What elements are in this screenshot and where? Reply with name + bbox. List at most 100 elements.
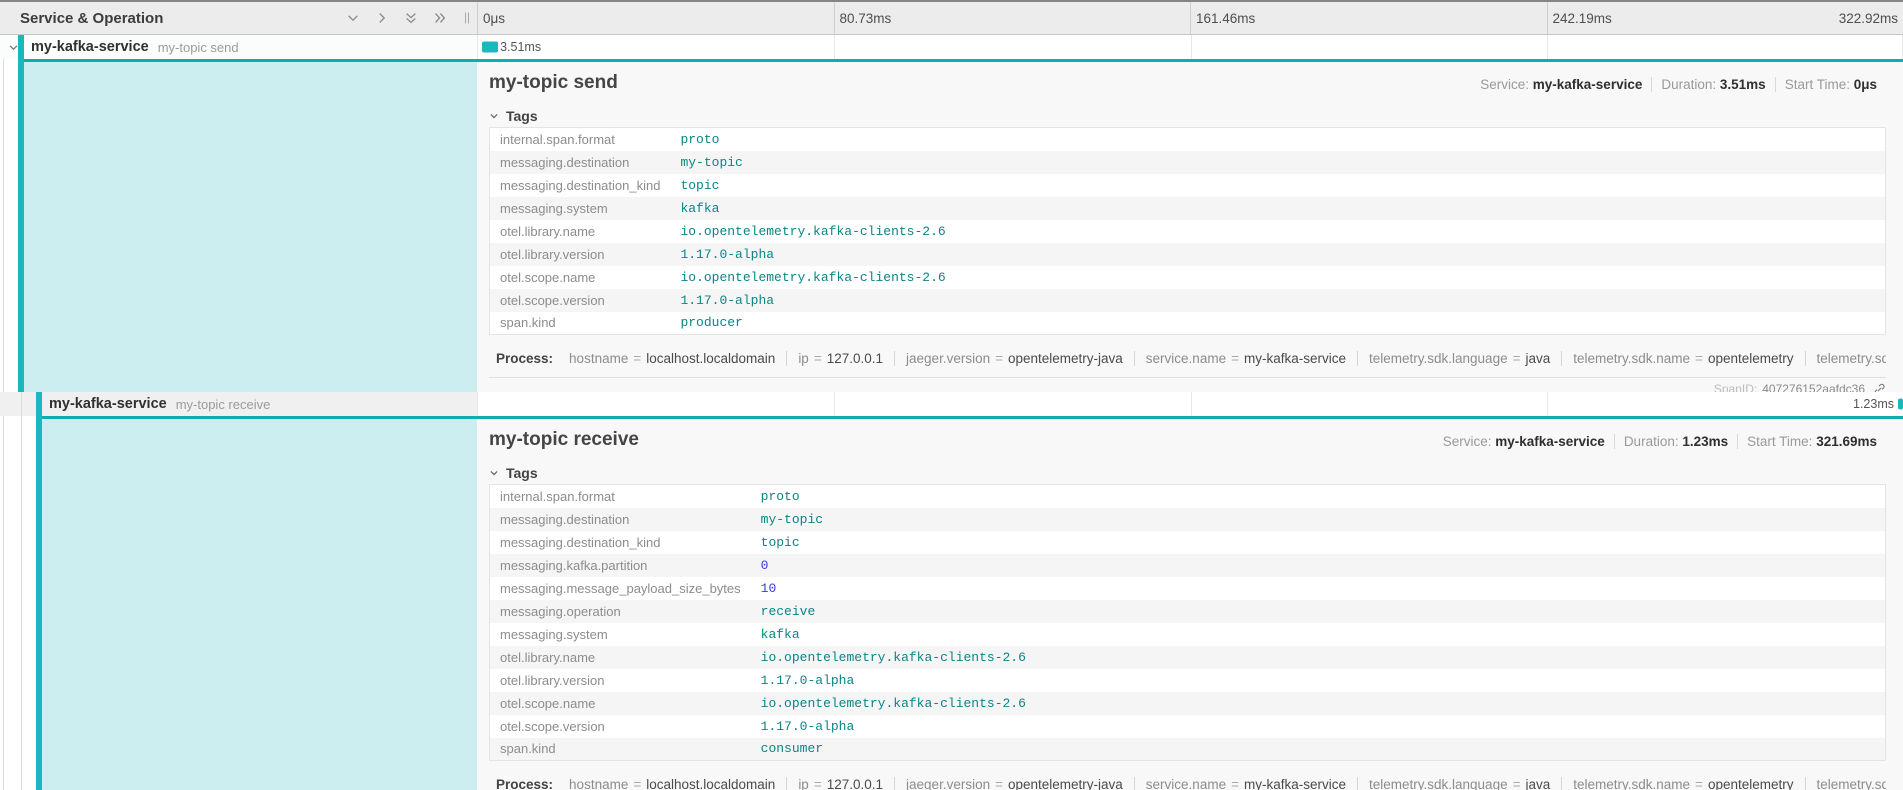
expand-one-icon[interactable] — [375, 11, 389, 25]
span-duration-bar[interactable] — [482, 42, 498, 53]
operation-name: my-topic receive — [176, 397, 271, 412]
copy-link-icon[interactable] — [1873, 383, 1886, 393]
tag-row: messaging.destination_kind topic — [490, 531, 1886, 554]
tag-value: kafka — [761, 627, 800, 642]
tag-row: otel.library.name io.opentelemetry.kafka… — [490, 220, 1886, 243]
tick-cell: 80.73ms — [834, 2, 1191, 34]
tag-value: 0 — [761, 558, 769, 573]
process-tag: telemetry.sdk.name=opentelemetry — [1561, 351, 1804, 366]
collapse-one-icon[interactable] — [346, 11, 360, 25]
tag-row: messaging.kafka.partition 0 — [490, 554, 1886, 577]
tag-row: span.kind producer — [490, 312, 1886, 335]
process-tag: ip=127.0.0.1 — [786, 351, 894, 366]
chevron-down-icon — [489, 111, 499, 121]
tag-key: messaging.system — [490, 623, 751, 646]
process-tag: service.name=my-kafka-service — [1134, 351, 1357, 366]
span-row-receive[interactable]: my-kafka-service my-topic receive 1.23ms — [0, 392, 1903, 416]
tag-value: 10 — [761, 581, 777, 596]
tag-row: messaging.destination my-topic — [490, 508, 1886, 531]
process-tag: telemetry.sdk.name=opentelemetry — [1561, 777, 1804, 790]
span-detail-title: my-topic receive — [489, 429, 639, 451]
span-detail-gutter — [0, 416, 477, 790]
tag-row: messaging.message_payload_size_bytes 10 — [490, 577, 1886, 600]
tag-row: otel.library.version 1.17.0-alpha — [490, 669, 1886, 692]
tag-value: topic — [761, 535, 800, 550]
service-color-bar — [18, 35, 24, 59]
tag-row: internal.span.format proto — [490, 485, 1886, 508]
tag-value: 1.17.0-alpha — [680, 247, 774, 262]
tick-label-3: 242.19ms — [1548, 11, 1612, 26]
tag-value: topic — [680, 178, 719, 193]
tag-key: messaging.kafka.partition — [490, 554, 751, 577]
chevron-down-icon — [489, 468, 499, 478]
span-id-label: SpanID: — [1714, 382, 1757, 392]
tag-key: span.kind — [490, 738, 751, 761]
span-row-send[interactable]: my-kafka-service my-topic send 3.51ms — [0, 35, 1903, 59]
tags-section-title: Tags — [506, 108, 538, 124]
tick-label-0: 0μs — [478, 11, 505, 26]
tag-key: otel.library.version — [490, 669, 751, 692]
process-accordion-toggle[interactable]: Process: hostname=localhost.localdomain … — [489, 351, 1886, 366]
span-duration-bar[interactable] — [1898, 399, 1903, 410]
tag-value: 1.17.0-alpha — [761, 673, 855, 688]
service-name: my-kafka-service — [31, 39, 149, 55]
trace-timeline-view: Service & Operation 0μs 80.73ms 161 — [0, 0, 1903, 790]
tag-value: consumer — [761, 741, 823, 756]
tag-value: my-topic — [680, 155, 742, 170]
tag-row: messaging.operation receive — [490, 600, 1886, 623]
span-detail-title: my-topic send — [489, 72, 618, 94]
tag-value: io.opentelemetry.kafka-clients-2.6 — [761, 650, 1026, 665]
tag-key: messaging.message_payload_size_bytes — [490, 577, 751, 600]
expand-all-icon[interactable] — [433, 11, 447, 25]
process-tag: jaeger.version=opentelemetry-java — [894, 777, 1134, 790]
tag-row: otel.scope.name io.opentelemetry.kafka-c… — [490, 692, 1886, 715]
span-detail-content: my-topic send Service: my-kafka-service … — [477, 59, 1903, 392]
tags-accordion-toggle[interactable]: Tags — [489, 108, 1886, 124]
span-debug-info: SpanID: 407276152aafdc36 — [489, 377, 1886, 392]
tag-value: 1.17.0-alpha — [680, 293, 774, 308]
collapse-all-icon[interactable] — [404, 11, 418, 25]
process-tag: telemetry.sdk.version=1.17.0 — [1805, 351, 1887, 366]
tags-table: internal.span.format proto messaging.des… — [489, 484, 1886, 761]
tag-key: span.kind — [490, 312, 671, 335]
column-resizer-handle[interactable] — [465, 13, 469, 24]
tag-key: otel.scope.name — [490, 266, 671, 289]
tag-value: io.opentelemetry.kafka-clients-2.6 — [761, 696, 1026, 711]
tag-key: messaging.destination — [490, 508, 751, 531]
span-detail-content: my-topic receive Service: my-kafka-servi… — [477, 416, 1903, 790]
service-operation-title: Service & Operation — [20, 10, 163, 27]
span-name-cell-receive[interactable]: my-kafka-service my-topic receive — [0, 392, 477, 416]
tags-table: internal.span.format proto messaging.des… — [489, 127, 1886, 335]
detail-highlight-fill — [24, 59, 477, 392]
tag-row: otel.scope.name io.opentelemetry.kafka-c… — [490, 266, 1886, 289]
tag-key: messaging.destination_kind — [490, 531, 751, 554]
span-bar-cell-receive[interactable]: 1.23ms — [477, 392, 1903, 416]
tag-row: messaging.destination_kind topic — [490, 174, 1886, 197]
tag-value: 1.17.0-alpha — [761, 719, 855, 734]
span-id-value: 407276152aafdc36 — [1762, 382, 1865, 392]
tag-key: otel.library.name — [490, 646, 751, 669]
timeline-ruler: 0μs 80.73ms 161.46ms 242.19ms 322.92ms — [477, 2, 1903, 34]
process-label: Process: — [496, 351, 553, 366]
service-name: my-kafka-service — [49, 396, 167, 412]
tick-cell: 0μs — [477, 2, 834, 34]
tag-key: internal.span.format — [490, 128, 671, 151]
tag-key: otel.library.name — [490, 220, 671, 243]
span-detail-gutter — [0, 59, 477, 392]
span-bar-cell-send[interactable]: 3.51ms — [477, 35, 1903, 59]
tick-label-1: 80.73ms — [835, 11, 892, 26]
tag-key: otel.scope.version — [490, 715, 751, 738]
tick-cell: 161.46ms — [1190, 2, 1547, 34]
tags-accordion-toggle[interactable]: Tags — [489, 465, 1886, 481]
span-tree-guide — [21, 392, 22, 416]
tag-row: internal.span.format proto — [490, 128, 1886, 151]
service-operation-header: Service & Operation — [0, 2, 477, 34]
detail-highlight-fill — [42, 416, 477, 790]
span-detail-receive: my-topic receive Service: my-kafka-servi… — [0, 416, 1903, 790]
tag-row: otel.scope.version 1.17.0-alpha — [490, 715, 1886, 738]
span-name-cell-send[interactable]: my-kafka-service my-topic send — [0, 35, 477, 59]
process-accordion-toggle[interactable]: Process: hostname=localhost.localdomain … — [489, 777, 1886, 790]
tag-key: messaging.destination — [490, 151, 671, 174]
tag-value: producer — [680, 315, 742, 330]
process-tag: ip=127.0.0.1 — [786, 777, 894, 790]
